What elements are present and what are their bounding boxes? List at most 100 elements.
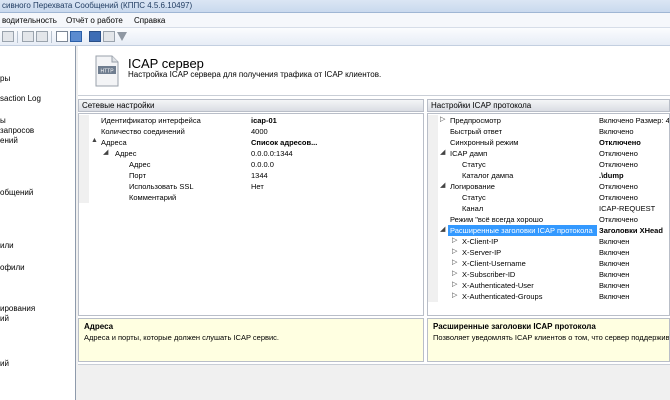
- left-pane-header: Сетевые настройки: [78, 99, 424, 112]
- property-value[interactable]: Заголовки XHead: [599, 225, 663, 236]
- toolbar-export-icon[interactable]: [103, 31, 115, 42]
- property-row[interactable]: Порт 1344: [79, 170, 423, 181]
- expand-toggle-icon[interactable]: ▲: [91, 137, 98, 144]
- right-pane-header: Настройки ICAP протокола: [427, 99, 670, 112]
- property-row[interactable]: ▷ X-Authenticated-Groups Включен: [428, 291, 669, 302]
- property-value[interactable]: Включен: [599, 280, 629, 291]
- row-gutter: [428, 225, 438, 236]
- property-row[interactable]: ◢ Логирование Отключено: [428, 181, 669, 192]
- nav-item[interactable]: ий: [0, 314, 9, 323]
- property-row[interactable]: Синхронный режим Отключено: [428, 137, 669, 148]
- nav-item[interactable]: ий: [0, 359, 9, 368]
- property-row[interactable]: ◢ Адрес 0.0.0.0:1344: [79, 148, 423, 159]
- property-value[interactable]: Отключено: [599, 181, 638, 192]
- property-name: X-Authenticated-User: [462, 281, 534, 290]
- nav-item[interactable]: ры: [0, 74, 10, 83]
- property-row[interactable]: ▷ X-Server-IP Включен: [428, 247, 669, 258]
- nav-item[interactable]: ы: [0, 116, 6, 125]
- property-value[interactable]: Включен: [599, 291, 629, 302]
- property-row[interactable]: Адрес 0.0.0.0: [79, 159, 423, 170]
- nav-item[interactable]: запросов: [0, 126, 34, 135]
- property-value[interactable]: 1344: [251, 170, 268, 181]
- property-row[interactable]: Идентификатор интерфейса icap-01: [79, 115, 423, 126]
- menu-item-work-report[interactable]: Отчёт о работе: [66, 16, 123, 25]
- property-row[interactable]: ▷ Предпросмотр Включено Размер: 4: [428, 115, 669, 126]
- toolbar-filter-icon[interactable]: [117, 32, 127, 41]
- property-value[interactable]: Нет: [251, 181, 264, 192]
- property-value[interactable]: Включен: [599, 258, 629, 269]
- nav-item[interactable]: ирования: [0, 304, 35, 313]
- toolbar-redo-icon[interactable]: [36, 31, 48, 42]
- menu-item-productivity[interactable]: водительность: [2, 16, 57, 25]
- property-row[interactable]: Статус Отключено: [428, 159, 669, 170]
- property-value[interactable]: Включен: [599, 236, 629, 247]
- property-row[interactable]: ▷ X-Client-Username Включен: [428, 258, 669, 269]
- expand-toggle-icon[interactable]: ◢: [103, 148, 108, 156]
- property-row[interactable]: Канал ICAP-REQUEST: [428, 203, 669, 214]
- nav-item[interactable]: офили: [0, 263, 25, 272]
- property-row[interactable]: ▷ X-Client-IP Включен: [428, 236, 669, 247]
- row-gutter: [428, 247, 438, 258]
- toolbar-separator: [17, 31, 18, 43]
- property-row[interactable]: Каталог дампа .\dump: [428, 170, 669, 181]
- menu-item-help[interactable]: Справка: [134, 16, 165, 25]
- property-row[interactable]: ◢ Расширенные заголовки ICAP протокола Заг…: [428, 225, 669, 236]
- property-value[interactable]: .\dump: [599, 170, 624, 181]
- toolbar-users-icon[interactable]: [70, 31, 82, 42]
- property-value[interactable]: ICAP-REQUEST: [599, 203, 655, 214]
- expand-toggle-icon[interactable]: ◢: [440, 181, 445, 189]
- http-icon-label: HTTP: [100, 69, 114, 75]
- expand-toggle-icon[interactable]: ▷: [452, 258, 457, 266]
- nav-item[interactable]: saction Log: [0, 94, 41, 103]
- property-row[interactable]: Комментарий: [79, 192, 423, 203]
- property-value[interactable]: Отключено: [599, 192, 638, 203]
- window-title: сивного Перехвата Сообщений (КППС 4.5.6.…: [2, 1, 193, 10]
- property-value[interactable]: Отключено: [599, 214, 638, 225]
- property-row[interactable]: Статус Отключено: [428, 192, 669, 203]
- expand-toggle-icon[interactable]: ▷: [452, 236, 457, 244]
- property-value[interactable]: Включено Размер: 4: [599, 115, 669, 126]
- property-row[interactable]: Быстрый ответ Включено: [428, 126, 669, 137]
- expand-toggle-icon[interactable]: ◢: [440, 225, 445, 233]
- expand-toggle-icon[interactable]: ▷: [452, 247, 457, 255]
- toolbar-document-icon[interactable]: [56, 31, 68, 42]
- property-value[interactable]: Включено: [599, 126, 634, 137]
- expand-toggle-icon[interactable]: ▷: [452, 269, 457, 277]
- property-value[interactable]: Отключено: [599, 137, 641, 148]
- nav-item[interactable]: или: [0, 241, 14, 250]
- row-gutter: [428, 170, 438, 181]
- property-value[interactable]: Включен: [599, 247, 629, 258]
- expand-toggle-icon[interactable]: ▷: [452, 291, 457, 299]
- expand-toggle-icon[interactable]: ▷: [440, 115, 445, 123]
- property-value[interactable]: Отключено: [599, 148, 638, 159]
- property-value[interactable]: 0.0.0.0: [251, 159, 274, 170]
- property-value[interactable]: Список адресов...: [251, 137, 317, 148]
- property-row[interactable]: Режим "всё всегда хорошо Отключено: [428, 214, 669, 225]
- property-row[interactable]: ▷ X-Authenticated-User Включен: [428, 280, 669, 291]
- property-row[interactable]: Использовать SSL Нет: [79, 181, 423, 192]
- toolbar-grid-icon[interactable]: [2, 31, 14, 42]
- row-gutter: [79, 148, 89, 159]
- row-gutter: [428, 280, 438, 291]
- expand-toggle-icon[interactable]: ◢: [440, 148, 445, 156]
- nav-item[interactable]: общений: [0, 188, 33, 197]
- property-name: Быстрый ответ: [450, 127, 503, 136]
- toolbar-separator: [51, 31, 52, 43]
- property-row[interactable]: Количество соединений 4000: [79, 126, 423, 137]
- property-name: Комментарий: [129, 193, 177, 202]
- property-row[interactable]: ▲ Адреса Список адресов...: [79, 137, 423, 148]
- property-value[interactable]: icap-01: [251, 115, 277, 126]
- expand-toggle-icon[interactable]: ▷: [452, 280, 457, 288]
- row-gutter: [428, 192, 438, 203]
- toolbar-undo-icon[interactable]: [22, 31, 34, 42]
- row-gutter: [79, 159, 89, 170]
- property-value[interactable]: 0.0.0.0:1344: [251, 148, 293, 159]
- property-value[interactable]: 4000: [251, 126, 268, 137]
- nav-item[interactable]: ений: [0, 136, 18, 145]
- property-value[interactable]: Отключено: [599, 159, 638, 170]
- property-value[interactable]: Включен: [599, 269, 629, 280]
- property-row[interactable]: ▷ X-Subscriber-ID Включен: [428, 269, 669, 280]
- window-titlebar: сивного Перехвата Сообщений (КППС 4.5.6.…: [0, 0, 670, 13]
- property-row[interactable]: ◢ ICAP дамп Отключено: [428, 148, 669, 159]
- toolbar-save-icon[interactable]: [89, 31, 101, 42]
